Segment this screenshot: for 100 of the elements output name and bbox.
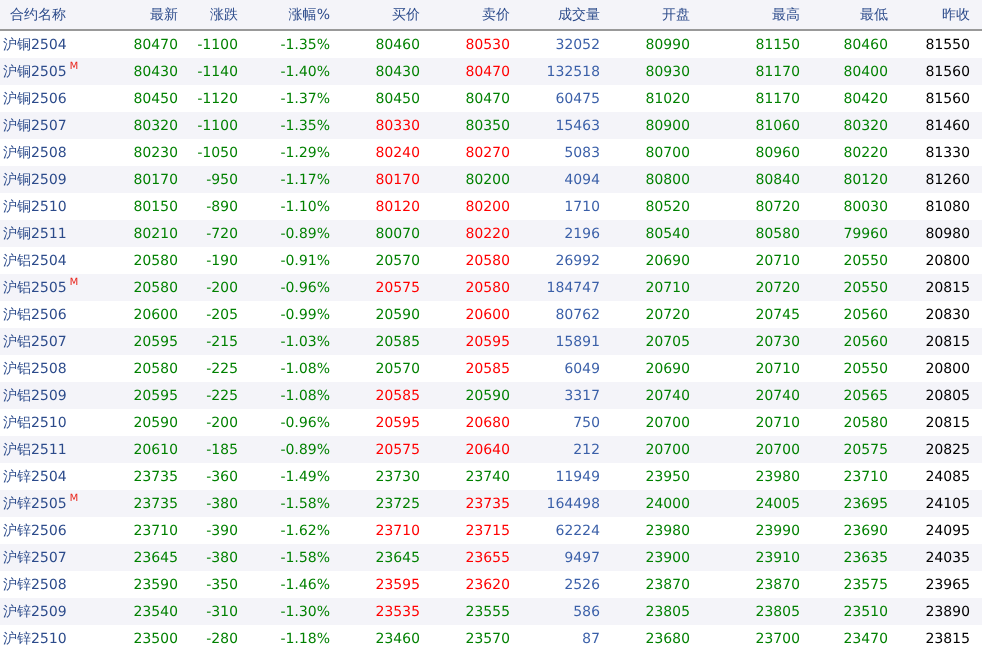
price-cell-text: 23735	[132, 468, 178, 484]
change-cell-text: -310	[205, 604, 238, 620]
price-cell-text: 23680	[644, 630, 690, 646]
change-cell-text: -1100	[196, 118, 238, 134]
percent-cell-text: -1.18%	[279, 630, 330, 646]
price-cell-text: 80220	[464, 226, 510, 242]
volume-cell-text: 60475	[554, 90, 600, 106]
price-cell-text: 23700	[754, 630, 800, 646]
price-cell-text: 80580	[754, 226, 800, 242]
price-cell-text: 20700	[754, 442, 800, 458]
column-header[interactable]: 开盘	[600, 6, 690, 24]
change-cell-text: -1050	[196, 144, 238, 160]
price-cell-text: 20590	[374, 306, 420, 322]
price-cell-text: 23645	[374, 550, 420, 566]
price-cell-text: 20710	[754, 414, 800, 430]
column-header[interactable]: 合约名称	[0, 6, 110, 24]
contract-name[interactable]: 沪锌2504	[3, 468, 67, 486]
contract-name[interactable]: 沪铝2506	[3, 306, 67, 324]
price-cell-text: 80460	[842, 36, 888, 52]
contract-name[interactable]: 沪铜2505	[3, 62, 67, 80]
price-cell-text: 20550	[842, 360, 888, 376]
price-cell-text: 20595	[132, 334, 178, 350]
contract-name[interactable]: 沪铜2508	[3, 144, 67, 162]
price-cell-text: 20550	[842, 280, 888, 296]
contract-name[interactable]: 沪铝2509	[3, 386, 67, 404]
price-cell-text: 80540	[644, 226, 690, 242]
price-cell-text: 20690	[644, 252, 690, 268]
contract-name[interactable]: 沪铝2511	[3, 440, 67, 458]
percent-cell-text: -0.89%	[279, 442, 330, 458]
contract-name[interactable]: 沪铝2505	[3, 278, 67, 296]
price-cell-text: 20805	[924, 388, 970, 404]
volume-cell-text: 2526	[563, 576, 600, 592]
price-cell-text: 23635	[842, 550, 888, 566]
price-cell-text: 20595	[132, 388, 178, 404]
contract-name[interactable]: 沪铜2507	[3, 116, 67, 134]
contract-name[interactable]: 沪锌2505	[3, 494, 67, 512]
contract-name[interactable]: 沪铜2504	[3, 36, 67, 54]
main-contract-label: M	[70, 492, 78, 504]
column-header[interactable]: 成交量	[510, 6, 600, 24]
contract-name[interactable]: 沪铝2504	[3, 252, 67, 270]
column-header[interactable]: 涨幅%	[238, 6, 330, 24]
price-cell-text: 23735	[132, 496, 178, 512]
percent-cell-text: -1.58%	[279, 496, 330, 512]
column-header[interactable]: 昨收	[888, 6, 970, 24]
price-cell-text: 23815	[924, 630, 970, 646]
volume-cell-text: 164498	[546, 496, 600, 512]
contract-name[interactable]: 沪锌2509	[3, 602, 67, 620]
percent-cell-text: -1.37%	[279, 90, 330, 106]
price-cell-text: 20825	[924, 442, 970, 458]
contract-name[interactable]: 沪锌2508	[3, 576, 67, 594]
price-cell-text: 20580	[464, 252, 510, 268]
price-cell-text: 23655	[464, 550, 510, 566]
price-cell-text: 20640	[464, 442, 510, 458]
price-cell-text: 20710	[644, 280, 690, 296]
column-header[interactable]: 最新	[110, 6, 178, 24]
change-cell-text: -200	[205, 414, 238, 430]
price-cell-text: 23695	[842, 496, 888, 512]
price-cell-text: 23620	[464, 576, 510, 592]
price-cell-text: 23870	[754, 576, 800, 592]
contract-name[interactable]: 沪铜2511	[3, 224, 67, 242]
contract-name[interactable]: 沪铜2506	[3, 90, 67, 108]
price-cell-text: 20560	[842, 334, 888, 350]
change-cell-text: -890	[205, 198, 238, 214]
price-cell-text: 20830	[924, 306, 970, 322]
price-cell-text: 81460	[924, 118, 970, 134]
percent-cell-text: -1.58%	[279, 550, 330, 566]
price-cell-text: 24005	[754, 496, 800, 512]
price-cell-text: 80320	[842, 118, 888, 134]
price-cell-text: 80200	[464, 172, 510, 188]
price-cell-text: 81330	[924, 144, 970, 160]
percent-cell-text: -1.08%	[279, 388, 330, 404]
price-cell-text: 80330	[374, 118, 420, 134]
change-cell-text: -1100	[196, 36, 238, 52]
price-cell-text: 80930	[644, 64, 690, 80]
price-cell-text: 20585	[374, 334, 420, 350]
price-cell-text: 23990	[754, 522, 800, 538]
column-header[interactable]: 买价	[330, 6, 420, 24]
contract-name[interactable]: 沪铝2507	[3, 332, 67, 350]
price-cell-text: 24035	[924, 550, 970, 566]
column-header[interactable]: 最低	[800, 6, 888, 24]
column-header[interactable]: 涨跌	[178, 6, 238, 24]
column-header[interactable]: 卖价	[420, 6, 510, 24]
column-header[interactable]: 最高	[690, 6, 800, 24]
change-cell-text: -1140	[196, 64, 238, 80]
volume-cell-text: 5083	[563, 144, 600, 160]
contract-name[interactable]: 沪锌2510	[3, 630, 67, 648]
change-cell-text: -380	[205, 550, 238, 566]
price-cell-text: 23900	[644, 550, 690, 566]
contract-name[interactable]: 沪锌2507	[3, 548, 67, 566]
contract-name[interactable]: 沪铜2509	[3, 170, 67, 188]
price-cell-text: 23910	[754, 550, 800, 566]
contract-name[interactable]: 沪铜2510	[3, 198, 67, 216]
price-cell-text: 23710	[374, 522, 420, 538]
change-cell-text: -720	[205, 226, 238, 242]
price-cell-text: 23470	[842, 630, 888, 646]
price-cell-text: 81080	[924, 198, 970, 214]
contract-name[interactable]: 沪铝2508	[3, 360, 67, 378]
main-contract-label: M	[70, 60, 78, 72]
contract-name[interactable]: 沪铝2510	[3, 414, 67, 432]
contract-name[interactable]: 沪锌2506	[3, 522, 67, 540]
